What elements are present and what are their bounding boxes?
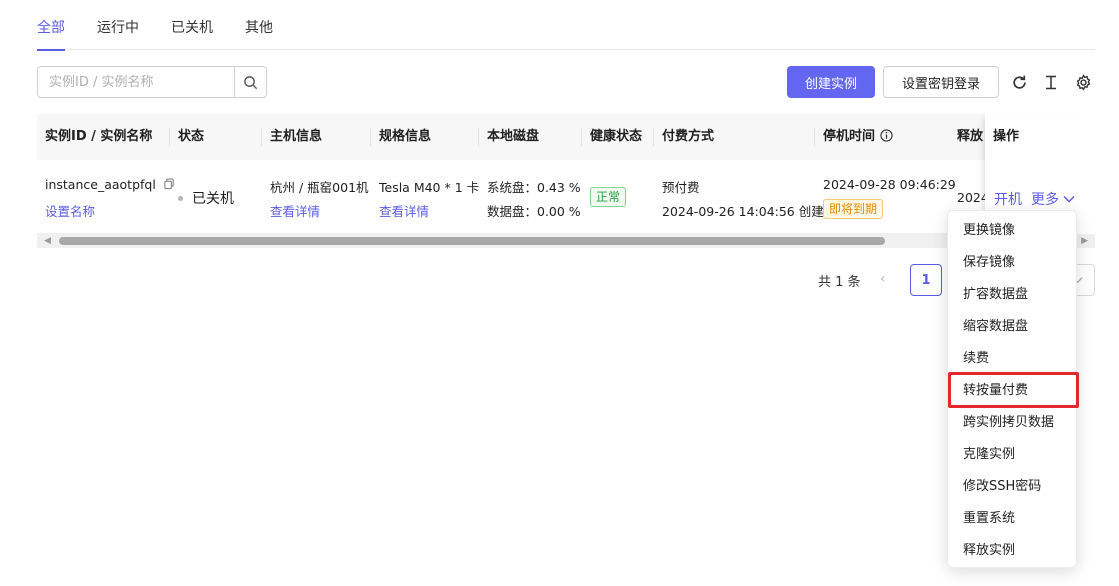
status-text: 已关机	[192, 191, 234, 207]
status-dot	[178, 196, 183, 201]
tab-all[interactable]: 全部	[37, 17, 65, 51]
header-host: 主机信息	[270, 129, 323, 144]
system-disk-usage: 系统盘：0.43 %	[487, 180, 581, 195]
billing-type: 预付费	[662, 180, 700, 195]
menu-item-switch-to-pay-as-you-go[interactable]: 转按量付费	[948, 375, 1076, 407]
scrollbar-thumb[interactable]	[59, 237, 885, 245]
search-box	[37, 66, 267, 98]
create-instance-button[interactable]: 创建实例	[787, 66, 875, 98]
menu-item-renew[interactable]: 续费	[948, 343, 1076, 375]
search-button[interactable]	[234, 67, 266, 97]
host-detail-link[interactable]: 查看详情	[270, 201, 320, 220]
search-icon	[244, 75, 258, 89]
set-key-login-button[interactable]: 设置密钥登录	[883, 66, 999, 98]
instance-id: instance_aaotpfql	[45, 177, 175, 192]
header-stop-time: 停机时间	[823, 114, 893, 160]
spec-info: Tesla M40 * 1 卡	[379, 180, 480, 195]
refresh-icon[interactable]	[1009, 72, 1029, 92]
set-name-link[interactable]: 设置名称	[45, 201, 95, 220]
menu-item-copy-data-across-instances[interactable]: 跨实例拷贝数据	[948, 407, 1076, 439]
menu-item-expand-data-disk[interactable]: 扩容数据盘	[948, 279, 1076, 311]
header-status: 状态	[178, 129, 205, 144]
header-billing: 付费方式	[662, 129, 715, 144]
table-row: instance_aaotpfql 设置名称 已关机 杭州 / 瓶窑001机 查…	[37, 160, 1095, 234]
instance-id-text: instance_aaotpfql	[45, 177, 156, 192]
menu-item-change-ssh-password[interactable]: 修改SSH密码	[948, 471, 1076, 503]
info-icon[interactable]	[879, 129, 893, 142]
search-input[interactable]	[38, 67, 236, 97]
data-disk-usage: 数据盘：0.00 %	[487, 204, 581, 219]
more-actions-dropdown: 更换镜像 保存镜像 扩容数据盘 缩容数据盘 续费 转按量付费 跨实例拷贝数据 克…	[947, 210, 1077, 568]
table-header: 实例ID / 实例名称 状态 主机信息 规格信息 本地磁盘 健康状态 付费方式 …	[37, 114, 1095, 160]
start-button[interactable]: 开机	[994, 189, 1022, 209]
scroll-left-arrow[interactable]: ◀	[44, 236, 51, 246]
expiring-badge: 即将到期	[823, 199, 884, 219]
column-height-icon[interactable]	[1041, 72, 1061, 92]
more-button[interactable]: 更多	[1031, 189, 1075, 209]
scroll-right-arrow[interactable]: ▶	[1081, 236, 1088, 246]
header-stop-time-label: 停机时间	[823, 129, 876, 144]
header-spec: 规格信息	[379, 129, 432, 144]
copy-icon[interactable]	[164, 178, 175, 190]
menu-item-reset-system[interactable]: 重置系统	[948, 503, 1076, 535]
settings-gear-icon[interactable]	[1073, 72, 1093, 92]
menu-item-release-instance[interactable]: 释放实例	[948, 535, 1076, 567]
tab-stopped[interactable]: 已关机	[171, 17, 213, 50]
billing-created: 2024-09-26 14:04:56 创建	[662, 204, 824, 219]
tab-running[interactable]: 运行中	[97, 17, 139, 50]
health-badge: 正常	[590, 187, 627, 207]
header-health: 健康状态	[590, 129, 643, 144]
more-label: 更多	[1031, 192, 1059, 208]
horizontal-scrollbar[interactable]: ◀ ▶	[37, 234, 1095, 248]
host-info: 杭州 / 瓶窑001机	[270, 180, 369, 195]
menu-item-clone-instance[interactable]: 克隆实例	[948, 439, 1076, 471]
menu-item-save-image[interactable]: 保存镜像	[948, 247, 1076, 279]
chevron-down-icon	[1063, 195, 1075, 203]
header-ops: 操作	[993, 129, 1020, 144]
page-number-1[interactable]: 1	[910, 264, 942, 296]
tab-other[interactable]: 其他	[245, 17, 273, 50]
menu-item-change-image[interactable]: 更换镜像	[948, 215, 1076, 247]
instance-status-tabs: 全部 运行中 已关机 其他	[37, 0, 1095, 51]
menu-item-shrink-data-disk[interactable]: 缩容数据盘	[948, 311, 1076, 343]
stop-time: 2024-09-28 09:46:29	[823, 177, 956, 192]
header-instance: 实例ID / 实例名称	[45, 129, 153, 144]
spec-detail-link[interactable]: 查看详情	[379, 201, 429, 220]
prev-page-icon[interactable]: ‹	[880, 271, 886, 287]
header-release: 释放	[957, 129, 984, 144]
total-count: 共 1 条	[818, 275, 861, 290]
header-disk: 本地磁盘	[487, 129, 540, 144]
